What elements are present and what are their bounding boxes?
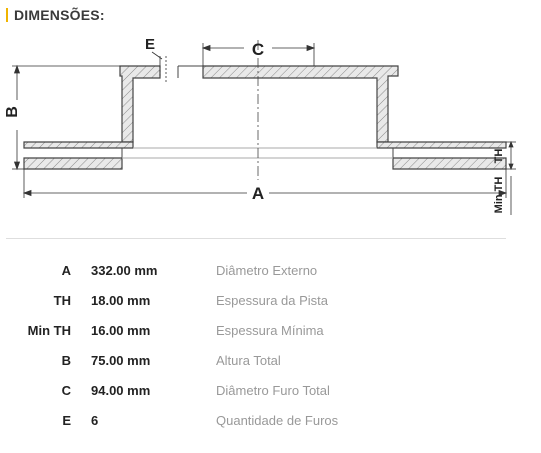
section-header: DIMENSÕES: bbox=[6, 7, 105, 23]
spec-value: 75.00 mm bbox=[91, 353, 151, 368]
spec-description: Altura Total bbox=[216, 353, 281, 368]
spec-value: 16.00 mm bbox=[91, 323, 151, 338]
spec-code: C bbox=[61, 383, 71, 398]
label-a: A bbox=[252, 184, 264, 203]
divider bbox=[6, 238, 506, 239]
spec-description: Diâmetro Externo bbox=[216, 263, 318, 278]
spec-code: TH bbox=[53, 293, 71, 308]
dimension-a bbox=[22, 169, 508, 198]
dimension-b bbox=[12, 64, 120, 171]
spec-code: B bbox=[61, 353, 71, 368]
label-b: B bbox=[4, 106, 21, 118]
label-th: TH bbox=[493, 149, 505, 164]
dimension-th bbox=[506, 140, 516, 215]
accent-bar bbox=[6, 8, 8, 22]
spec-value: 332.00 mm bbox=[91, 263, 158, 278]
brake-disc-diagram: C E B A TH Min TH bbox=[4, 36, 516, 215]
disc-section bbox=[23, 65, 507, 170]
spec-description: Espessura Mínima bbox=[216, 323, 324, 338]
spec-row-th: TH 18.00 mm Espessura da Pista bbox=[0, 285, 541, 315]
spec-row-a: A 332.00 mm Diâmetro Externo bbox=[0, 255, 541, 285]
spec-value: 94.00 mm bbox=[91, 383, 151, 398]
label-e: E bbox=[145, 36, 155, 53]
spec-description: Diâmetro Furo Total bbox=[216, 383, 330, 398]
section-title: DIMENSÕES: bbox=[14, 7, 105, 23]
label-min-th: Min TH bbox=[493, 177, 505, 214]
spec-row-b: B 75.00 mm Altura Total bbox=[0, 345, 541, 375]
spec-row-c: C 94.00 mm Diâmetro Furo Total bbox=[0, 375, 541, 405]
label-c: C bbox=[252, 40, 264, 59]
spec-code: E bbox=[62, 413, 71, 428]
spec-value: 6 bbox=[91, 413, 99, 428]
spec-code: Min TH bbox=[27, 323, 71, 338]
spec-row-e: E 6 Quantidade de Furos bbox=[0, 405, 541, 435]
spec-value: 18.00 mm bbox=[91, 293, 151, 308]
spec-description: Quantidade de Furos bbox=[216, 413, 339, 428]
disc-outline bbox=[121, 65, 394, 159]
spec-description: Espessura da Pista bbox=[216, 293, 329, 308]
specs-table: A 332.00 mm Diâmetro Externo TH 18.00 mm… bbox=[0, 255, 541, 435]
spec-code: A bbox=[61, 263, 71, 278]
spec-row-min-th: Min TH 16.00 mm Espessura Mínima bbox=[0, 315, 541, 345]
